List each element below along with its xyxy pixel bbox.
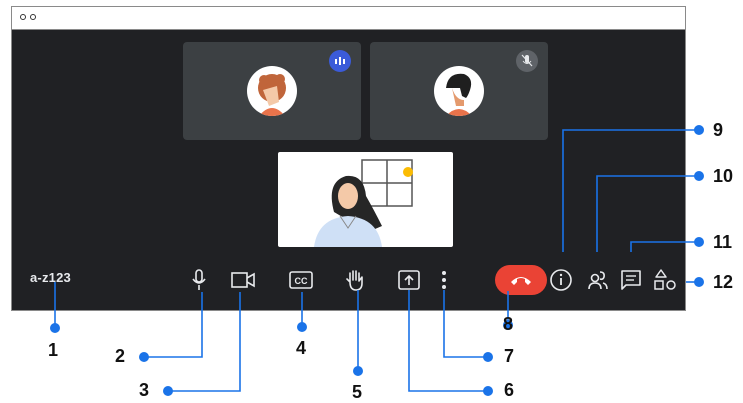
meeting-stage: a-z123 CC [12,30,685,310]
window-dot-icon[interactable] [20,14,26,20]
camera-icon[interactable] [228,268,258,292]
end-call-button[interactable] [495,265,547,295]
participant-tile[interactable] [183,42,361,140]
chat-icon[interactable] [618,267,644,293]
callout-number: 8 [503,314,514,334]
callout-number: 2 [115,346,126,366]
callout-number: 4 [296,338,307,358]
people-icon[interactable] [585,267,611,293]
self-view-tile[interactable] [278,152,453,247]
callout-number: 11 [713,232,733,252]
callout-number: 7 [504,346,515,366]
callout-number: 9 [713,120,724,140]
svg-text:CC: CC [295,276,308,286]
callout-number: 5 [352,382,363,402]
participant-avatar [247,66,297,116]
mic-off-icon [516,50,538,72]
raise-hand-icon[interactable] [342,266,368,294]
callout-number: 6 [504,380,515,400]
activities-icon[interactable] [651,266,679,294]
title-bar [12,7,685,30]
callout-number: 12 [713,272,734,292]
more-options-icon[interactable] [437,268,451,292]
meeting-code: a-z123 [30,270,71,285]
meeting-info-icon[interactable] [548,267,574,293]
participant-avatar [434,66,484,116]
speaking-indicator-icon [329,50,351,72]
phone-hangup-icon [511,277,531,285]
callout-number: 10 [713,166,734,186]
callout-number: 1 [48,340,59,360]
meeting-window: a-z123 CC [11,6,686,311]
window-dot-icon[interactable] [30,14,36,20]
present-icon[interactable] [395,267,423,293]
captions-icon[interactable]: CC [287,267,315,293]
microphone-icon[interactable] [188,266,210,294]
callout-number: 3 [139,380,150,400]
participant-tile[interactable] [370,42,548,140]
presenter-illustration [314,159,413,247]
